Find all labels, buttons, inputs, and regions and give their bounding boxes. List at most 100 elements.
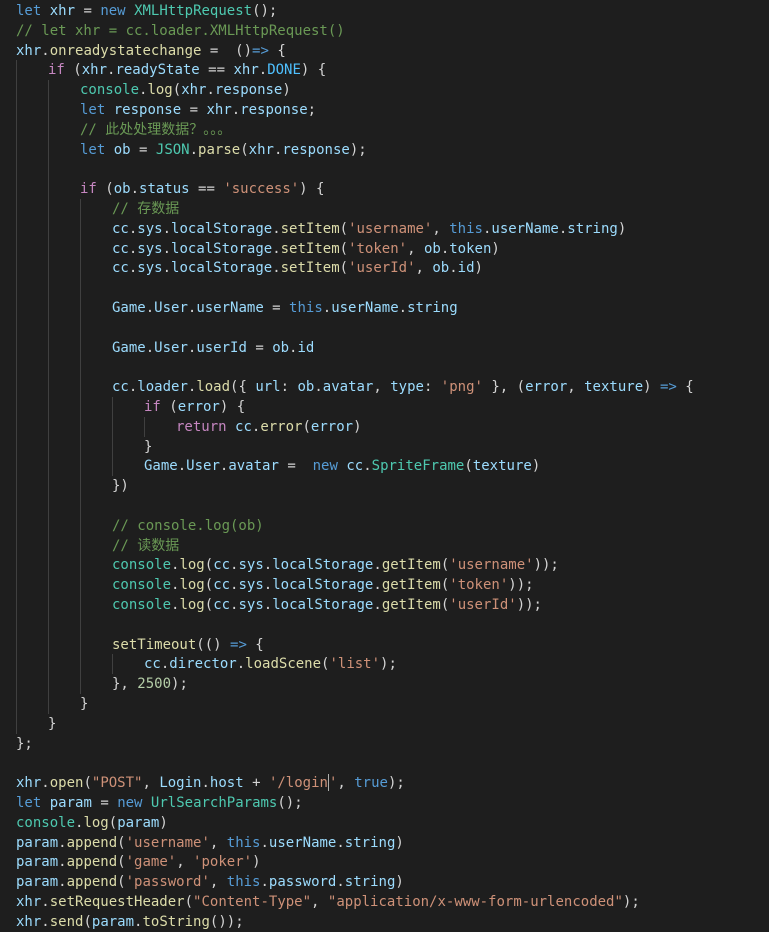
code-token: ob <box>272 339 290 356</box>
code-token: ( <box>464 458 473 475</box>
code-line[interactable]: xhr.open("POST", Login.host + '/login', … <box>16 773 405 793</box>
code-line[interactable]: param.append('game', 'poker') <box>16 852 261 872</box>
code-line[interactable]: console.log(cc.sys.localStorage.getItem(… <box>112 595 542 615</box>
code-line[interactable]: cc.loader.load({ url: ob.avatar, type: '… <box>112 377 694 397</box>
code-line[interactable]: console.log(cc.sys.localStorage.getItem(… <box>112 575 534 595</box>
code-token: ); <box>387 775 405 792</box>
code-line[interactable]: xhr.setRequestHeader("Content-Type", "ap… <box>16 892 640 912</box>
code-token: string <box>567 220 618 237</box>
code-line[interactable]: // 存数据 <box>112 199 179 219</box>
code-line[interactable]: // let xhr = cc.loader.XMLHttpRequest() <box>16 21 345 41</box>
code-line[interactable]: cc.sys.localStorage.setItem('userId', ob… <box>112 258 483 278</box>
code-token: (); <box>277 795 303 811</box>
code-token: setItem <box>280 260 340 277</box>
code-token: = <box>75 3 101 19</box>
code-line[interactable]: }) <box>112 476 129 496</box>
code-line[interactable]: let param = new UrlSearchParams(); <box>16 793 303 813</box>
code-line[interactable]: } <box>144 437 152 457</box>
code-line[interactable]: cc.sys.localStorage.setItem('username', … <box>112 219 626 239</box>
code-line[interactable]: param.append('password', this.password.s… <box>16 872 404 892</box>
code-token: . <box>336 874 345 891</box>
code-token: string <box>344 834 396 851</box>
code-token: ( <box>302 418 311 435</box>
code-token: ( <box>117 854 126 871</box>
code-line[interactable]: console.log(param) <box>16 813 168 833</box>
code-line[interactable]: cc.sys.localStorage.setItem('token', ob.… <box>112 239 500 259</box>
code-token: this <box>226 874 261 891</box>
code-token: host <box>209 775 244 792</box>
code-token: texture <box>472 458 532 475</box>
code-line[interactable]: setTimeout(() => { <box>112 635 264 655</box>
code-line[interactable]: if (error) { <box>144 397 245 417</box>
code-token: ( <box>108 814 118 831</box>
code-line[interactable]: // 读数据 <box>112 536 179 556</box>
code-token: send <box>49 913 84 930</box>
code-line[interactable]: // console.log(ob) <box>112 516 264 536</box>
code-line[interactable]: if (ob.status == 'success') { <box>80 179 324 199</box>
code-token: sys <box>137 240 163 257</box>
code-line[interactable]: param.append('username', this.userName.s… <box>16 833 404 853</box>
code-line[interactable]: if (xhr.readyState == xhr.DONE) { <box>48 60 326 80</box>
code-token: { <box>268 42 286 59</box>
code-token: , <box>209 834 227 851</box>
code-token: . <box>206 82 215 99</box>
code-token: // 存数据 <box>112 201 180 217</box>
code-token: return <box>176 418 227 435</box>
code-token: User <box>186 458 220 475</box>
code-token: . <box>130 181 140 198</box>
code-line[interactable]: console.log(xhr.response) <box>80 80 291 100</box>
code-token: string <box>407 300 458 316</box>
code-line[interactable]: console.log(cc.sys.localStorage.getItem(… <box>112 555 559 575</box>
code-token: xhr <box>248 141 274 158</box>
code-line[interactable]: } <box>80 694 88 714</box>
code-token: setTimeout <box>112 636 197 653</box>
code-token: . <box>41 913 50 930</box>
code-token: 'poker' <box>193 854 253 871</box>
code-token: getItem <box>381 557 441 574</box>
code-token: param <box>16 834 59 851</box>
code-line[interactable]: let xhr = new XMLHttpRequest(); <box>16 1 277 21</box>
code-token: , <box>432 220 450 237</box>
code-token: 'password' <box>125 874 210 891</box>
code-token: . <box>58 834 67 851</box>
code-token: ) <box>474 260 483 277</box>
code-line[interactable]: } <box>48 714 56 734</box>
code-token: // let xhr = cc.loader.XMLHttpRequest() <box>16 22 345 39</box>
code-token: User <box>154 339 188 356</box>
code-token: director <box>169 656 237 673</box>
code-token: ( <box>339 240 349 257</box>
code-line[interactable]: Game.User.avatar = new cc.SpriteFrame(te… <box>144 456 540 476</box>
code-token: . <box>363 458 372 475</box>
code-token: xhr <box>16 894 42 910</box>
code-token: ( <box>339 260 349 277</box>
code-token: ()); <box>209 913 244 930</box>
code-token: . <box>189 141 199 158</box>
code-token: xhr <box>16 42 42 59</box>
code-token: . <box>440 240 450 257</box>
code-line[interactable]: cc.director.loadScene('list'); <box>144 654 397 674</box>
code-token: 'username' <box>348 220 433 237</box>
code-token: type <box>390 379 424 396</box>
code-line[interactable]: }, 2500); <box>112 674 188 694</box>
code-line[interactable]: }; <box>16 734 33 754</box>
code-line[interactable]: let response = xhr.response; <box>80 100 316 120</box>
code-token: 'success' <box>223 181 300 198</box>
code-token: User <box>154 300 188 316</box>
code-line[interactable]: Game.User.userName = this.userName.strin… <box>112 298 458 318</box>
code-token: (() <box>196 636 231 653</box>
code-token: status <box>139 181 190 198</box>
code-token: "application/x-www-form-urlencoded" <box>327 894 623 910</box>
code-token: ( <box>440 577 450 594</box>
code-line[interactable]: let ob = JSON.parse(xhr.response); <box>80 140 367 160</box>
code-line[interactable]: // 此处处理数据？。。。 <box>80 120 231 140</box>
code-token: log <box>179 557 205 574</box>
code-editor[interactable]: let xhr = new XMLHttpRequest();// let xh… <box>0 0 769 930</box>
code-token: , <box>415 260 433 277</box>
code-token: 'token' <box>348 240 408 257</box>
code-token: xhr <box>16 775 42 792</box>
code-line[interactable]: Game.User.userId = ob.id <box>112 338 314 358</box>
code-token: // console.log(ob) <box>112 517 264 534</box>
code-line[interactable]: xhr.onreadystatechange = ()=> { <box>16 41 286 61</box>
code-line[interactable]: return cc.error(error) <box>176 417 362 437</box>
